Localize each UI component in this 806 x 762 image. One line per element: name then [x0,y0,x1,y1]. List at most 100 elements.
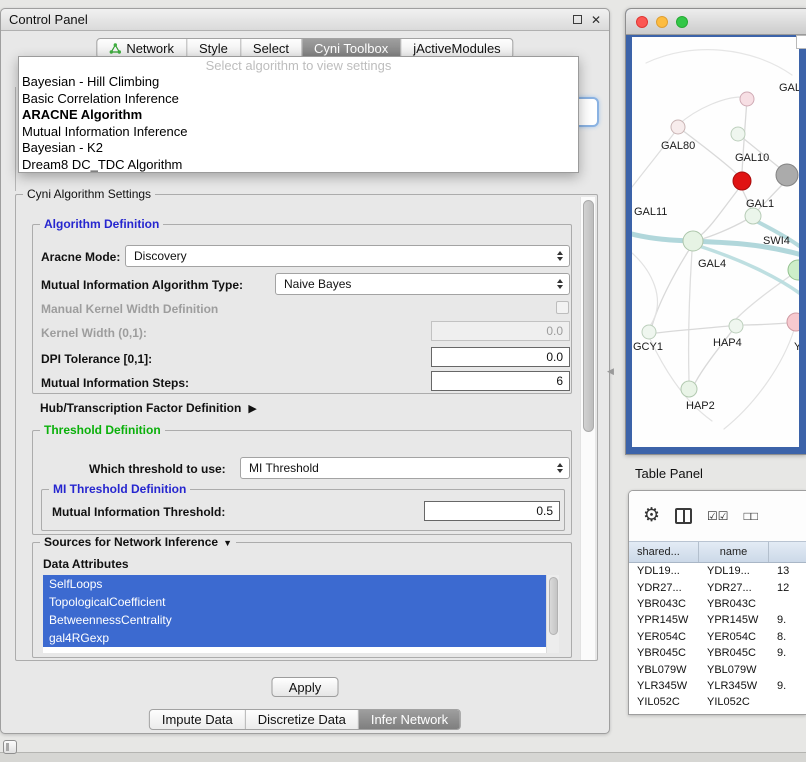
table-row[interactable]: YDL19...YDL19...13 [629,563,806,579]
mi-algorithm-type-select[interactable]: Naive Bayes [275,273,570,295]
settings-scrollbar-thumb[interactable] [583,200,594,432]
network-view-window: GAL80GAL10GAL11GAL1SWI4GAL4GCY1HAP4HAP2G… [625,8,806,455]
select-all-icon[interactable]: ☑☑ [707,509,729,523]
network-node[interactable] [642,325,656,339]
combo-arrows-icon [553,251,569,261]
network-edge [702,220,746,239]
table-row[interactable]: YER054CYER054C8. [629,629,806,645]
node-label: Y [794,341,799,353]
network-node[interactable] [731,127,745,141]
table-row[interactable]: YLR345WYLR345W9. [629,678,806,694]
tab-label: Infer Network [371,712,448,727]
node-label: GAL80 [661,140,695,152]
zoom-traffic-light[interactable] [676,16,688,28]
algorithm-option[interactable]: Mutual Information Inference [19,124,578,141]
tab-label: Cyni Toolbox [314,41,388,56]
hub-definition-toggle[interactable]: Hub/Transcription Factor Definition ▶ [40,401,257,415]
aracne-mode-value: Discovery [134,249,187,263]
which-threshold-select[interactable]: MI Threshold [240,457,570,479]
apply-button[interactable]: Apply [272,677,339,697]
collapse-divider-icon[interactable]: ◀ [607,366,614,377]
tab-infer-network[interactable]: Infer Network [358,710,460,729]
mi-threshold-group: MI Threshold Definition Mutual Informati… [41,489,565,531]
algorithm-option[interactable]: ARACNE Algorithm [19,107,578,124]
sources-group-title[interactable]: Sources for Network Inference▼ [40,535,236,551]
groupbox-fragment [15,87,16,191]
network-node[interactable] [776,164,798,186]
network-node[interactable] [729,319,743,333]
dpi-tolerance-label: DPI Tolerance [0,1]: [41,352,152,366]
gear-icon[interactable]: ⚙ [643,506,660,526]
algorithm-option[interactable]: Dream8 DC_TDC Algorithm [19,157,578,174]
attribute-item[interactable]: TopologicalCoefficient [43,593,546,611]
algorithm-option[interactable]: Bayesian - Hill Climbing [19,74,578,91]
table-header: shared... name [629,541,806,563]
table-cell: 9. [769,614,806,626]
network-edge [689,251,692,381]
table-row[interactable]: YBR045CYBR045C9. [629,645,806,661]
mi-threshold-group-title: MI Threshold Definition [49,482,190,497]
tab-label: Impute Data [162,712,233,727]
network-view-frame: GAL80GAL10GAL11GAL1SWI4GAL4GCY1HAP4HAP2G… [626,35,806,455]
minimize-traffic-light[interactable] [656,16,668,28]
close-traffic-light[interactable] [636,16,648,28]
network-edge [656,326,729,333]
close-panel-icon[interactable]: ✕ [591,15,601,25]
columns-icon[interactable] [675,508,692,524]
node-label: GAL10 [735,152,769,164]
network-node[interactable] [745,208,761,224]
attribute-item[interactable]: SelfLoops [43,575,546,593]
mi-steps-label: Mutual Information Steps: [41,376,189,390]
data-attributes-label: Data Attributes [43,557,129,571]
hub-definition-label: Hub/Transcription Factor Definition [40,401,241,415]
network-window-titlebar[interactable] [626,9,806,35]
which-threshold-label: Which threshold to use: [89,462,226,476]
table-cell: YDR27... [699,582,769,594]
aracne-mode-select[interactable]: Discovery [125,245,570,267]
column-header-extra[interactable] [769,542,806,562]
algorithm-option[interactable]: Basic Correlation Inference [19,91,578,108]
network-node[interactable] [733,172,751,190]
mi-threshold-field[interactable]: 0.5 [424,501,560,521]
table-cell: YBR043C [699,598,769,610]
threshold-definition-group: Threshold Definition Which threshold to … [32,430,572,535]
table-row[interactable]: YBL079WYBL079W [629,661,806,677]
network-node[interactable] [683,231,703,251]
attributes-scrollbar[interactable] [546,575,559,653]
deselect-all-icon[interactable]: □□ [744,509,759,523]
algorithm-dropdown-popup: Select algorithm to view settings Bayesi… [18,56,579,173]
attributes-scrollbar-thumb[interactable] [549,577,558,635]
aracne-mode-label: Aracne Mode: [41,250,120,264]
network-canvas[interactable]: GAL80GAL10GAL11GAL1SWI4GAL4GCY1HAP4HAP2G… [632,37,799,447]
mi-steps-field[interactable]: 6 [431,371,570,391]
manual-kernel-width-label: Manual Kernel Width Definition [41,302,218,316]
data-attributes-list[interactable]: SelfLoopsTopologicalCoefficientBetweenne… [43,575,559,653]
float-window-icon[interactable] [573,15,582,24]
algorithm-option[interactable]: Bayesian - K2 [19,140,578,157]
tab-impute-data[interactable]: Impute Data [150,710,245,729]
attribute-item[interactable]: BetweennessCentrality [43,611,546,629]
network-node[interactable] [681,381,697,397]
attribute-item[interactable]: gal4RGexp [43,629,546,647]
tab-discretize-data[interactable]: Discretize Data [245,710,358,729]
settings-scrollbar[interactable] [580,197,595,660]
control-panel-titlebar[interactable]: Control Panel ✕ [1,9,609,31]
table-row[interactable]: YPR145WYPR145W9. [629,612,806,628]
algorithm-definition-title: Algorithm Definition [40,217,163,232]
column-header-name[interactable]: name [699,542,769,562]
table-cell: YIL052C [629,696,699,708]
table-cell: YDR27... [629,582,699,594]
manual-kernel-width-checkbox[interactable] [556,301,569,314]
kernel-width-field[interactable]: 0.0 [431,321,570,341]
table-row[interactable]: YIL052CYIL052C [629,694,806,710]
network-node[interactable] [787,313,799,331]
panel-toggle-icon[interactable] [3,740,17,754]
dpi-tolerance-field[interactable]: 0.0 [431,347,570,367]
table-row[interactable]: YDR27...YDR27...12 [629,579,806,595]
network-node[interactable] [740,92,754,106]
column-header-shared[interactable]: shared... [629,542,699,562]
algorithm-options-list: Bayesian - Hill ClimbingBasic Correlatio… [19,74,578,173]
table-row[interactable]: YBR043CYBR043C [629,596,806,612]
network-node[interactable] [671,120,685,134]
table-panel-window: ⚙ ☑☑ □□ shared... name YDL19...YDL19...1… [628,490,806,715]
